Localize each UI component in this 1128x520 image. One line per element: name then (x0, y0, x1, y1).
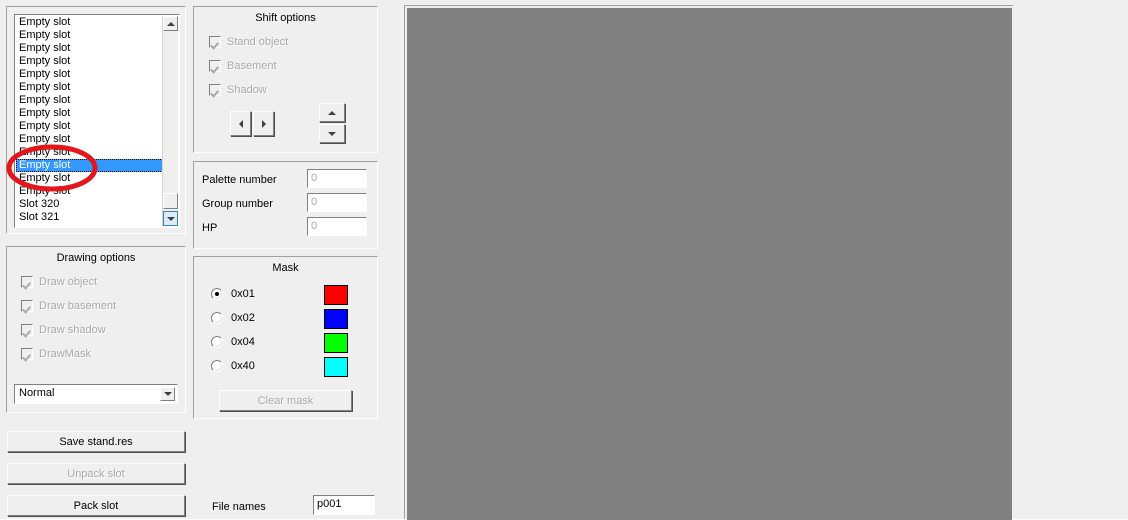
hp-input[interactable]: 0 (307, 217, 367, 236)
mask-color-swatch-0x40[interactable] (324, 357, 348, 377)
clear-mask-button[interactable]: Clear mask (219, 390, 352, 411)
group-number-label: Group number (202, 198, 273, 210)
pack-slot-button[interactable]: Pack slot (7, 495, 185, 516)
shift-right-button[interactable] (253, 111, 274, 136)
checkbox-stand-object[interactable]: Stand object (209, 36, 288, 48)
slot-list-panel: Empty slot Empty slot Empty slot Empty slot… (6, 6, 186, 234)
radio-mask-0x04[interactable]: 0x04 (211, 336, 255, 348)
editor-window: Empty slot Empty slot Empty slot Empty slot… (0, 0, 1128, 520)
radio-label: 0x40 (231, 360, 255, 372)
list-item[interactable]: Empty slot (16, 42, 163, 55)
palette-number-input[interactable]: 0 (307, 169, 367, 188)
unpack-slot-button[interactable]: Unpack slot (7, 463, 185, 484)
triangle-down-icon (163, 392, 172, 396)
checkbox-label: Draw shadow (39, 324, 106, 336)
radio-dot-icon (211, 288, 223, 300)
radio-dot-icon (211, 336, 223, 348)
list-item[interactable]: Empty slot (16, 159, 163, 172)
checkbox-basement[interactable]: Basement (209, 60, 277, 72)
scroll-up-button[interactable] (163, 16, 178, 31)
shift-options-panel: Shift options Stand object Basement Shad… (193, 6, 378, 153)
radio-label: 0x02 (231, 312, 255, 324)
button-label: Unpack slot (67, 467, 125, 480)
slot-list[interactable]: Empty slot Empty slot Empty slot Empty slot… (14, 14, 180, 228)
shift-options-title: Shift options (255, 12, 316, 24)
preview-panel (404, 5, 1013, 520)
checkbox-box-icon (209, 60, 221, 72)
file-names-label: File names (212, 501, 266, 513)
save-stand-res-button[interactable]: Save stand.res (7, 431, 185, 452)
list-item[interactable]: Empty slot (16, 146, 163, 159)
radio-label: 0x04 (231, 336, 255, 348)
list-item[interactable]: Empty slot (16, 29, 163, 42)
palette-number-label: Palette number (202, 174, 277, 186)
draw-mode-combo-value: Normal (19, 387, 55, 399)
checkbox-label: Shadow (227, 84, 267, 96)
arrow-left-icon (238, 119, 243, 128)
radio-label: 0x01 (231, 288, 255, 300)
list-item[interactable]: Empty slot (16, 16, 163, 29)
list-item[interactable]: Empty slot (16, 107, 163, 120)
checkbox-box-icon (21, 348, 33, 360)
arrow-right-icon (261, 119, 266, 128)
mask-color-swatch-0x04[interactable] (324, 333, 348, 353)
checkbox-label: Stand object (227, 36, 289, 48)
checkbox-box-icon (21, 324, 33, 336)
chevron-down-icon[interactable] (160, 387, 175, 401)
radio-dot-icon (211, 312, 223, 324)
mask-color-swatch-0x01[interactable] (324, 285, 348, 305)
list-item[interactable]: Empty slot (16, 133, 163, 146)
radio-mask-0x01[interactable]: 0x01 (211, 288, 255, 300)
list-item[interactable]: Empty slot (16, 94, 163, 107)
checkbox-label: Draw basement (39, 300, 117, 312)
draw-mode-combo[interactable]: Normal (14, 384, 178, 404)
mask-color-swatch-0x02[interactable] (324, 309, 348, 329)
radio-dot-icon (211, 360, 223, 372)
checkbox-label: Basement (227, 60, 277, 72)
sprite-preview-canvas[interactable] (407, 8, 1012, 520)
checkbox-draw-object[interactable]: Draw object (21, 276, 97, 288)
scroll-down-button[interactable] (163, 211, 178, 226)
drawing-options-title: Drawing options (56, 252, 136, 264)
button-label: Clear mask (257, 394, 314, 407)
checkbox-label: Draw object (39, 276, 98, 288)
checkbox-shadow[interactable]: Shadow (209, 84, 267, 96)
list-item[interactable]: Empty slot (16, 55, 163, 68)
arrow-down-icon (328, 131, 336, 136)
list-item[interactable]: Empty slot (16, 172, 163, 185)
list-item[interactable]: Empty slot (16, 120, 163, 133)
triangle-up-icon (166, 21, 175, 26)
list-item[interactable]: Slot 320 (16, 198, 163, 211)
slot-list-rows[interactable]: Empty slot Empty slot Empty slot Empty slot… (16, 16, 163, 224)
shift-up-button[interactable] (319, 103, 345, 122)
checkbox-box-icon (209, 36, 221, 48)
arrow-up-icon (328, 110, 336, 115)
checkbox-label: DrawMask (39, 348, 91, 360)
properties-panel: Palette number 0 Group number 0 HP 0 (193, 161, 378, 249)
shift-left-button[interactable] (230, 111, 251, 136)
checkbox-box-icon (21, 300, 33, 312)
button-label: Pack slot (73, 499, 119, 512)
radio-mask-0x40[interactable]: 0x40 (211, 360, 255, 372)
checkbox-draw-mask[interactable]: DrawMask (21, 348, 91, 360)
file-names-input[interactable]: p001 (313, 495, 375, 515)
mask-panel: Mask 0x01 0x02 0x04 0x40 Clear mask (193, 256, 378, 419)
list-item[interactable]: Empty slot (16, 185, 163, 198)
list-item[interactable]: Slot 321 (16, 211, 163, 224)
checkbox-draw-shadow[interactable]: Draw shadow (21, 324, 106, 336)
checkbox-box-icon (21, 276, 33, 288)
hp-label: HP (202, 222, 218, 234)
list-item[interactable]: Empty slot (16, 81, 163, 94)
triangle-down-icon (166, 216, 175, 221)
checkbox-draw-basement[interactable]: Draw basement (21, 300, 116, 312)
list-item[interactable]: Empty slot (16, 68, 163, 81)
checkbox-box-icon (209, 84, 221, 96)
shift-down-button[interactable] (319, 124, 345, 143)
mask-title: Mask (272, 262, 299, 274)
button-label: Save stand.res (59, 435, 133, 448)
scrollbar-thumb[interactable] (163, 193, 178, 209)
group-number-input[interactable]: 0 (307, 193, 367, 212)
slot-list-scrollbar[interactable] (162, 16, 178, 226)
radio-mask-0x02[interactable]: 0x02 (211, 312, 255, 324)
